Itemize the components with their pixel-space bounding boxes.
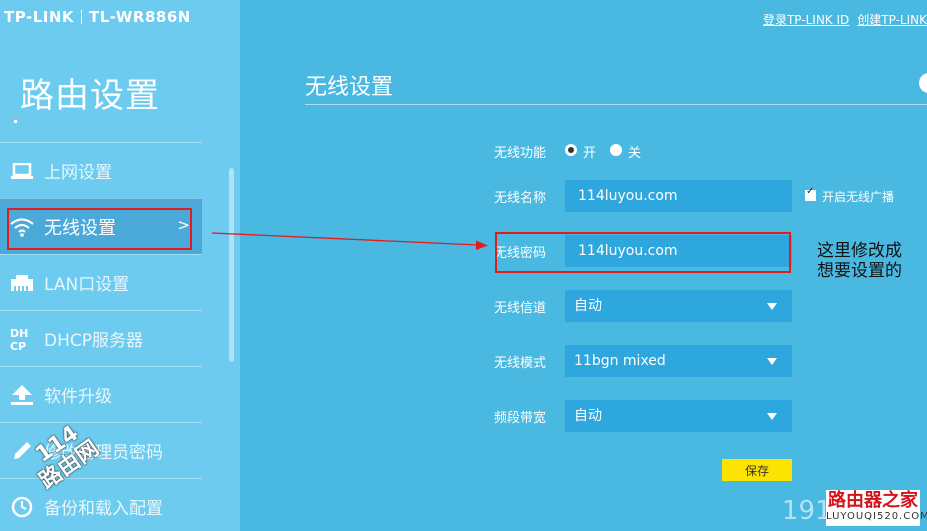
watermark-number: 191: [782, 496, 832, 526]
annotation-arrow: [211, 232, 488, 250]
watermark-logo: 路由器之家 LUYOUQI520.COM: [826, 490, 927, 526]
